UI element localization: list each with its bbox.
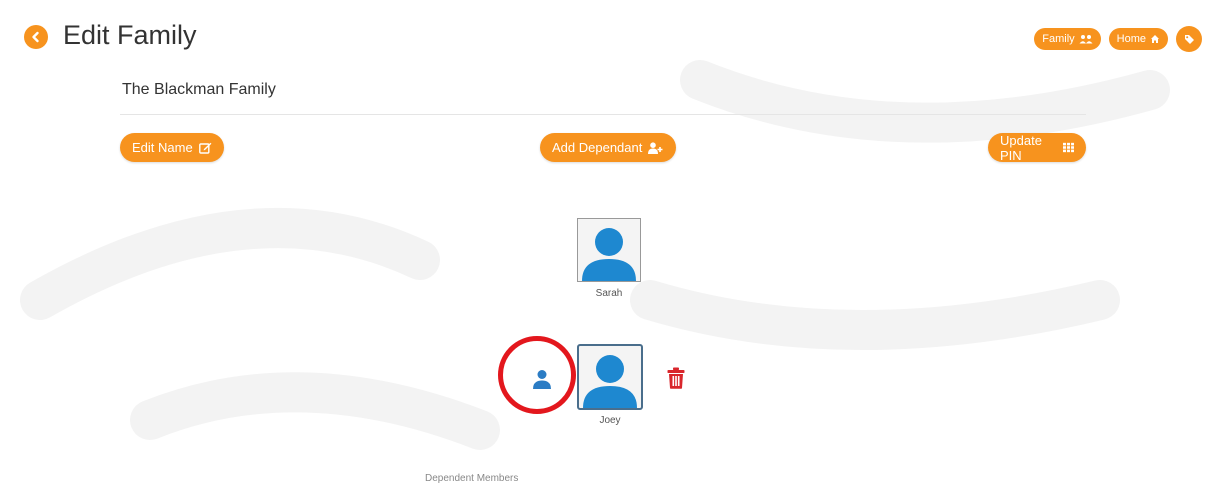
add-dependant-label: Add Dependant bbox=[552, 140, 643, 155]
delete-member-button[interactable] bbox=[667, 367, 685, 389]
user-plus-icon bbox=[648, 141, 663, 154]
dependent-members-label: Dependent Members bbox=[425, 473, 519, 484]
highlight-circle-annotation bbox=[498, 336, 576, 414]
edit-name-button[interactable]: Edit Name bbox=[120, 133, 224, 162]
user-avatar-icon bbox=[583, 355, 637, 408]
user-avatar-icon bbox=[582, 228, 636, 281]
member-avatar-joey[interactable] bbox=[577, 344, 643, 410]
update-pin-button[interactable]: Update PIN bbox=[988, 132, 1086, 163]
add-dependant-button[interactable]: Add Dependant bbox=[540, 133, 676, 162]
home-nav-button[interactable]: Home bbox=[1108, 28, 1168, 50]
family-nav-label: Family bbox=[1042, 33, 1075, 45]
home-nav-label: Home bbox=[1116, 33, 1146, 45]
grid-icon bbox=[1062, 142, 1074, 153]
member-avatar-sarah[interactable] bbox=[577, 218, 641, 282]
update-pin-label: Update PIN bbox=[1000, 132, 1042, 163]
page-title: Edit Family bbox=[63, 20, 197, 50]
arrow-left-icon bbox=[32, 31, 39, 43]
member-name-joey: Joey bbox=[599, 415, 621, 426]
divider bbox=[120, 114, 1086, 115]
edit-icon bbox=[198, 142, 212, 154]
family-name: The Blackman Family bbox=[122, 81, 276, 98]
home-icon bbox=[1151, 35, 1159, 43]
header-actions: Family Home bbox=[1034, 26, 1202, 52]
edit-name-label: Edit Name bbox=[132, 140, 193, 155]
tag-icon bbox=[1185, 35, 1194, 44]
tag-button[interactable] bbox=[1176, 26, 1202, 52]
back-button[interactable] bbox=[24, 25, 48, 49]
trash-icon bbox=[667, 367, 685, 389]
users-icon bbox=[1079, 35, 1093, 44]
family-nav-button[interactable]: Family bbox=[1034, 28, 1101, 50]
member-name-sarah: Sarah bbox=[595, 288, 623, 299]
